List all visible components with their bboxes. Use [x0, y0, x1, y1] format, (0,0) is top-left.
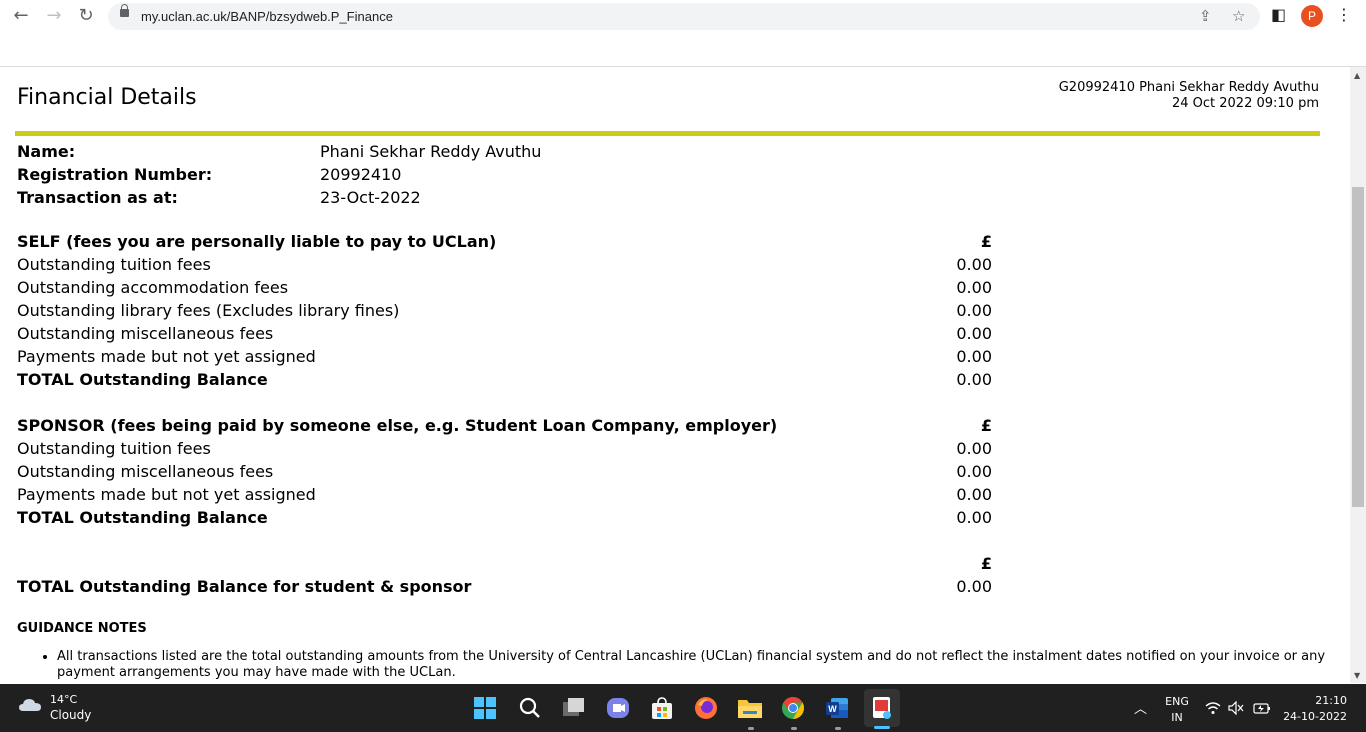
region-code: IN: [1171, 711, 1183, 724]
back-arrow-icon[interactable]: ←: [8, 4, 34, 28]
url-text[interactable]: my.uclan.ac.uk/BANP/bzsydweb.P_Finance: [141, 9, 393, 24]
sponsor-total-label: TOTAL Outstanding Balance: [17, 508, 268, 527]
word-icon[interactable]: W: [825, 696, 849, 720]
datetime-line: 24 Oct 2022 09:10 pm: [1171, 96, 1319, 111]
transaction-date-label: Transaction as at:: [17, 188, 178, 207]
sponsor-total-amount: 0.00: [956, 508, 992, 527]
forward-arrow-icon[interactable]: →: [41, 4, 67, 28]
weather-temperature[interactable]: 14°C: [50, 693, 77, 706]
name-label: Name:: [17, 142, 76, 161]
microsoft-store-icon[interactable]: [650, 696, 674, 720]
sponsor-row-label: Payments made but not yet assigned: [17, 485, 316, 504]
task-view-icon[interactable]: [562, 697, 586, 719]
self-row-label: Outstanding tuition fees: [17, 255, 211, 274]
windows-start-icon[interactable]: [474, 697, 496, 719]
guidance-list: All transactions listed are the total ou…: [37, 649, 1327, 681]
sponsor-row-amount: 0.00: [956, 485, 992, 504]
self-row-amount: 0.00: [956, 255, 992, 274]
running-app-indicator: [835, 727, 841, 730]
address-bar[interactable]: my.uclan.ac.uk/BANP/bzsydweb.P_Finance ⇪…: [108, 3, 1260, 30]
registration-value: 20992410: [320, 165, 402, 184]
self-row-label: Outstanding library fees (Excludes libra…: [17, 301, 400, 320]
clock-time: 21:10: [1315, 694, 1347, 707]
user-info: G20992410 Phani Sekhar Reddy Avuthu 24 O…: [1059, 80, 1319, 112]
snipping-tool-icon[interactable]: [870, 696, 894, 720]
self-row-amount: 0.00: [956, 347, 992, 366]
self-row-amount: 0.00: [956, 324, 992, 343]
chrome-icon[interactable]: [781, 696, 805, 720]
page-content: Financial Details G20992410 Phani Sekhar…: [0, 67, 1350, 683]
vertical-scrollbar[interactable]: ▲ ▼: [1350, 67, 1366, 683]
self-total-amount: 0.00: [956, 370, 992, 389]
language-indicator[interactable]: ENG IN: [1163, 694, 1191, 726]
reload-icon[interactable]: ↻: [73, 4, 99, 28]
grand-total-amount: 0.00: [956, 577, 992, 596]
grand-total-label: TOTAL Outstanding Balance for student & …: [17, 577, 472, 596]
menu-kebab-icon[interactable]: ⋮: [1336, 5, 1352, 24]
active-app-indicator: [874, 726, 890, 729]
sponsor-row-label: Outstanding miscellaneous fees: [17, 462, 274, 481]
page-title: Financial Details: [17, 85, 197, 110]
sponsor-row-amount: 0.00: [956, 439, 992, 458]
self-row-label: Outstanding accommodation fees: [17, 278, 289, 297]
speaker-muted-icon[interactable]: [1228, 701, 1244, 715]
clock-date: 24-10-2022: [1283, 710, 1347, 723]
transaction-date-value: 23-Oct-2022: [320, 188, 421, 207]
scroll-down-arrow-icon[interactable]: ▼: [1354, 671, 1360, 680]
svg-text:W: W: [828, 704, 837, 714]
running-app-indicator: [748, 727, 754, 730]
self-total-label: TOTAL Outstanding Balance: [17, 370, 268, 389]
language-code: ENG: [1165, 695, 1189, 708]
sponsor-row-label: Outstanding tuition fees: [17, 439, 211, 458]
self-row-amount: 0.00: [956, 301, 992, 320]
user-id-line: G20992410 Phani Sekhar Reddy Avuthu: [1058, 80, 1319, 95]
teams-chat-icon[interactable]: [606, 697, 630, 719]
bookmark-star-icon[interactable]: ☆: [1232, 7, 1245, 25]
scroll-up-arrow-icon[interactable]: ▲: [1354, 71, 1360, 80]
weather-description[interactable]: Cloudy: [50, 708, 91, 722]
sponsor-row-amount: 0.00: [956, 462, 992, 481]
show-hidden-icons-chevron-icon[interactable]: ︿: [1134, 698, 1147, 717]
cloud-icon[interactable]: [18, 698, 42, 712]
self-heading: SELF (fees you are personally liable to …: [17, 232, 497, 251]
self-row-label: Outstanding miscellaneous fees: [17, 324, 274, 343]
search-icon[interactable]: [519, 697, 541, 719]
header-divider: [15, 131, 1320, 136]
self-currency: £: [980, 232, 992, 251]
guidance-note: All transactions listed are the total ou…: [57, 649, 1327, 681]
scroll-thumb[interactable]: [1352, 187, 1364, 507]
sponsor-heading: SPONSOR (fees being paid by someone else…: [17, 416, 778, 435]
registration-label: Registration Number:: [17, 165, 213, 184]
self-row-amount: 0.00: [956, 278, 992, 297]
name-value: Phani Sekhar Reddy Avuthu: [320, 142, 542, 161]
guidance-title: GUIDANCE NOTES: [17, 621, 147, 636]
side-panel-icon[interactable]: ◧: [1271, 5, 1286, 24]
system-clock[interactable]: 21:10 24-10-2022: [1283, 693, 1347, 725]
battery-charging-icon[interactable]: [1253, 701, 1271, 715]
browser-toolbar: ← → ↻ my.uclan.ac.uk/BANP/bzsydweb.P_Fin…: [0, 0, 1366, 67]
profile-avatar[interactable]: P: [1301, 5, 1323, 27]
self-row-label: Payments made but not yet assigned: [17, 347, 316, 366]
file-explorer-icon[interactable]: [737, 697, 763, 719]
share-icon[interactable]: ⇪: [1199, 7, 1212, 25]
lock-icon[interactable]: [120, 4, 129, 17]
grand-total-currency: £: [980, 554, 992, 573]
wifi-icon[interactable]: [1205, 701, 1221, 715]
firefox-icon[interactable]: [694, 696, 718, 720]
running-app-indicator: [791, 727, 797, 730]
windows-taskbar: 14°C Cloudy W ︿ ENG IN 21:10 24-10-2022: [0, 684, 1366, 732]
sponsor-currency: £: [980, 416, 992, 435]
